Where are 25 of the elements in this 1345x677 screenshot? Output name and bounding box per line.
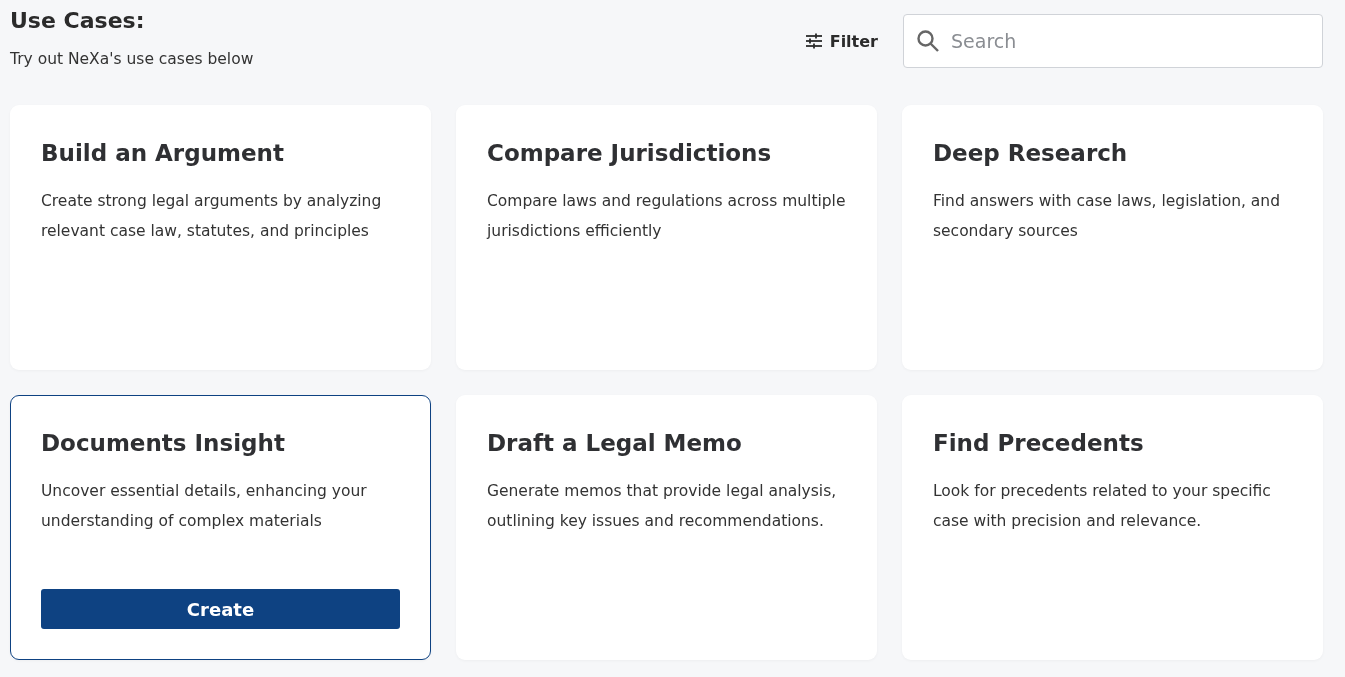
card-description: Uncover essential details, enhancing your understanding of complex materials <box>41 481 368 532</box>
card-title: Documents Insight <box>41 429 286 458</box>
card-title: Build an Argument <box>41 139 285 168</box>
filter-button[interactable]: Filter <box>804 27 878 55</box>
card-description: Find answers with case laws, legislation, and secondary sources <box>933 191 1282 242</box>
card-description: Generate memos that provide legal analysis, outlining key issues and recommendations. <box>487 481 838 532</box>
card-title: Draft a Legal Memo <box>487 429 743 458</box>
use-case-card[interactable]: Draft a Legal Memo Generate memos that provide legal analysis, outlining key issues and recommendations. <box>456 395 877 660</box>
card-title: Compare Jurisdictions <box>487 139 773 168</box>
card-description: Compare laws and regulations across multiple jurisdictions efficiently <box>487 191 846 242</box>
use-case-card[interactable]: Documents Insight Uncover essential details, enhancing your understanding of complex materials Create <box>10 395 431 660</box>
card-description: Create strong legal arguments by analyzing relevant case law, statutes, and principles <box>41 191 383 242</box>
create-button[interactable]: Create <box>41 589 400 629</box>
card-description: Look for precedents related to your specific case with precision and relevance. <box>933 481 1272 532</box>
card-title: Deep Research <box>933 139 1129 168</box>
use-case-card[interactable]: Find Precedents Look for precedents related to your specific case with precision and relevance. <box>902 395 1323 660</box>
card-title: Find Precedents <box>933 429 1145 458</box>
use-case-card[interactable]: Deep Research Find answers with case laws, legislation, and secondary sources <box>902 105 1323 370</box>
search-icon <box>916 29 940 53</box>
use-case-card[interactable]: Compare Jurisdictions Compare laws and regulations across multiple jurisdictions efficiently <box>456 105 877 370</box>
use-case-card[interactable]: Build an Argument Create strong legal arguments by analyzing relevant case law, statutes, and principles <box>10 105 431 370</box>
page-subtitle: Try out NeXa's use cases below <box>10 50 254 68</box>
search-field[interactable]: Search <box>903 14 1323 68</box>
page-title: Use Cases: <box>10 7 146 35</box>
sliders-icon <box>804 33 823 49</box>
